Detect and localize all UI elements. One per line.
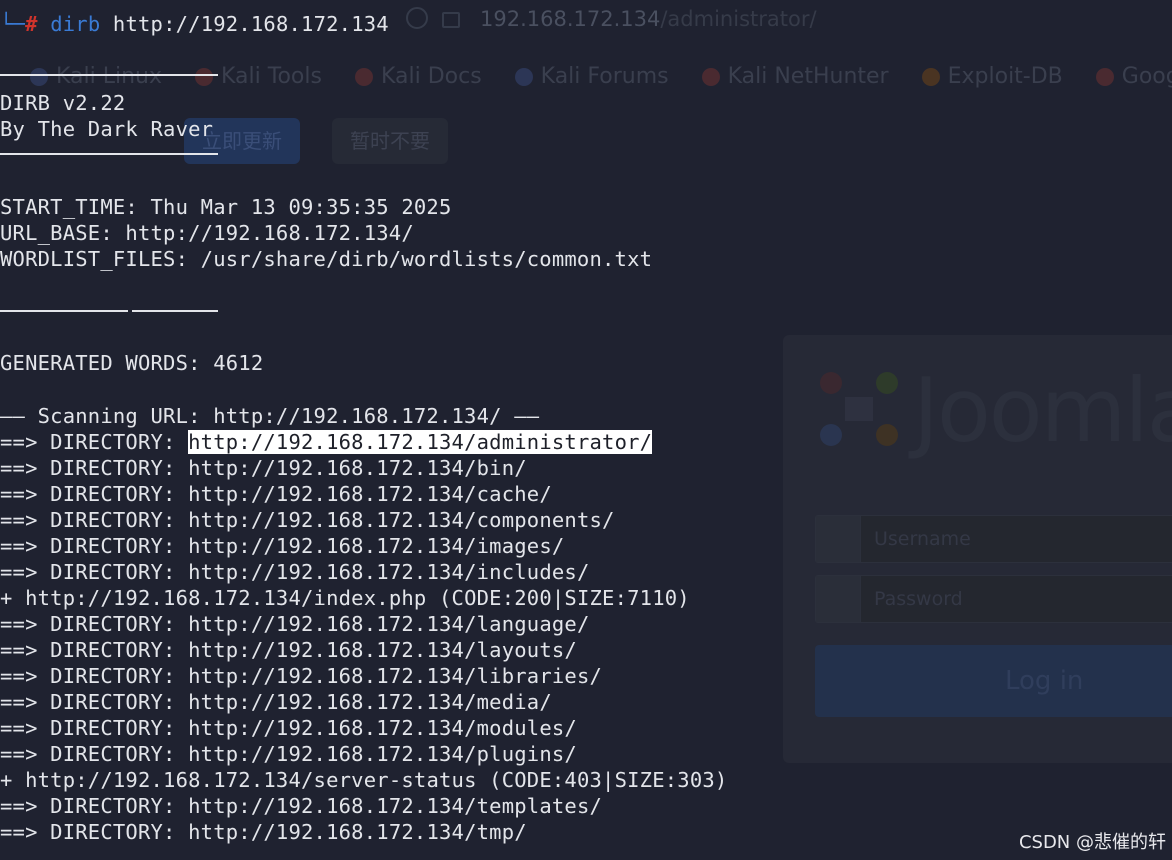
url-host: 192.168.172.134 [480, 7, 661, 31]
password-field: Password [815, 575, 1172, 623]
background-bookmarks-bar: Kali Linux Kali Tools Kali Docs Kali For… [30, 58, 1172, 96]
result-line: ==> DIRECTORY: http://192.168.172.134/la… [0, 612, 590, 636]
prompt-prefix: └─ [0, 12, 26, 36]
result-line: ==> DIRECTORY: http://192.168.172.134/in… [0, 560, 590, 584]
bookmark-google-hacking: Google Hac [1095, 58, 1172, 96]
result-line: ==> DIRECTORY: http://192.168.172.134/bi… [0, 456, 527, 480]
background-joomla-login-panel: Joomla Username Password Log in [783, 335, 1172, 763]
nethunter-icon [701, 68, 720, 86]
bookmark-kali-forums: Kali Forums [514, 58, 669, 96]
username-field: Username [815, 515, 1172, 563]
result-line: ==> DIRECTORY: http://192.168.172.134/pl… [0, 742, 577, 766]
separator-line [0, 74, 218, 76]
terminal-output[interactable]: └─# dirb http://192.168.172.134 DIRB v2.… [0, 0, 727, 860]
start-time: START_TIME: Thu Mar 13 09:35:35 2025 [0, 195, 452, 219]
result-line: ==> DIRECTORY: http://192.168.172.134/li… [0, 664, 603, 688]
bookmark-kali-tools: Kali Tools [195, 58, 322, 96]
bookmark-kali-nethunter: Kali NetHunter [701, 58, 889, 96]
highlighted-url[interactable]: http://192.168.172.134/administrator/ [188, 430, 653, 454]
prompt-symbol: # [25, 12, 38, 36]
result-line: ==> DIRECTORY: http://192.168.172.134/tm… [0, 820, 527, 844]
command-args: http://192.168.172.134 [112, 12, 389, 36]
screen: 192.168.172.134/administrator/ Kali Linu… [0, 0, 1172, 860]
url-base: URL_BASE: http://192.168.172.134/ [0, 221, 414, 245]
result-line: ==> DIRECTORY: http://192.168.172.134/la… [0, 638, 577, 662]
banner-author: By The Dark Raver [0, 117, 214, 141]
result-line: + http://192.168.172.134/index.php (CODE… [0, 586, 690, 610]
exploit-db-icon [921, 68, 940, 86]
url-path: /administrator/ [660, 7, 817, 31]
result-line: ==> DIRECTORY: http://192.168.172.134/mo… [0, 716, 577, 740]
generated-words: GENERATED WORDS: 4612 [0, 351, 264, 375]
background-url-bar: 192.168.172.134/administrator/ [400, 2, 1172, 36]
not-now-button: 暂时不要 [332, 118, 448, 164]
joomla-logo-icon [820, 372, 898, 446]
login-button: Log in [815, 645, 1172, 717]
user-icon [816, 516, 861, 562]
separator-line [0, 153, 218, 155]
wordlist-files: WORDLIST_FILES: /usr/share/dirb/wordlist… [0, 247, 653, 271]
command-prompt-line: └─# dirb http://192.168.172.134 [0, 11, 389, 37]
joomla-logo-text: Joomla [913, 359, 1172, 462]
kali-forums-icon [514, 68, 533, 86]
csdn-watermark: CSDN @悲催的轩 [1018, 832, 1166, 853]
result-line: ==> DIRECTORY: http://192.168.172.134/co… [0, 508, 615, 532]
bookmark-exploit-db: Exploit-DB [921, 58, 1063, 96]
result-line: ==> DIRECTORY: http://192.168.172.134/te… [0, 794, 603, 818]
result-line: + http://192.168.172.134/server-status (… [0, 768, 728, 792]
kali-tools-icon [195, 68, 214, 86]
separator-line [0, 310, 128, 312]
scanning-url-line: —— Scanning URL: http://192.168.172.134/… [0, 404, 540, 428]
banner-title: DIRB v2.22 [0, 91, 126, 115]
separator-line [132, 310, 218, 312]
lock-icon [442, 12, 460, 28]
result-line: ==> DIRECTORY: http://192.168.172.134/me… [0, 690, 552, 714]
google-hacking-icon [1095, 68, 1114, 86]
result-line: ==> DIRECTORY: http://192.168.172.134/ad… [0, 430, 653, 454]
result-line: ==> DIRECTORY: http://192.168.172.134/ca… [0, 482, 552, 506]
reload-icon [406, 7, 428, 29]
kali-docs-icon [354, 68, 373, 86]
command-name: dirb [50, 12, 101, 36]
bookmark-kali-docs: Kali Docs [354, 58, 482, 96]
lock-icon [816, 576, 861, 622]
result-line: ==> DIRECTORY: http://192.168.172.134/im… [0, 534, 565, 558]
